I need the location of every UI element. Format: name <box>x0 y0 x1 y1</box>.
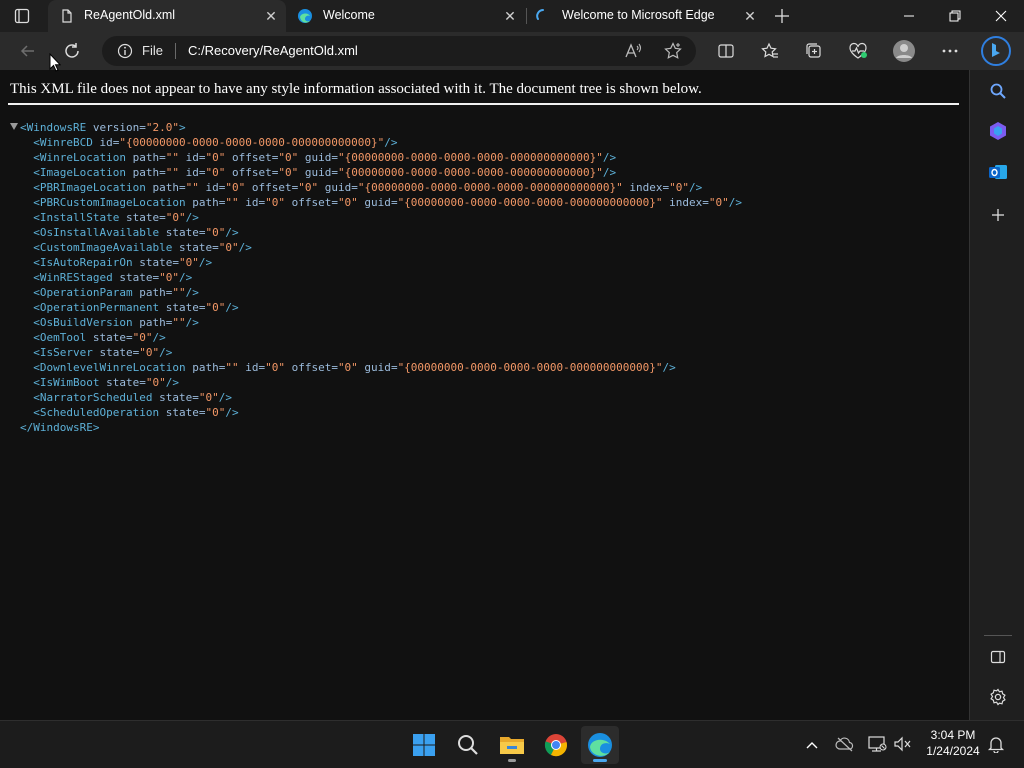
close-tab-icon[interactable]: ✕ <box>503 9 517 23</box>
xml-line: <WindowsRE version="2.0"> <box>20 121 186 134</box>
xml-line: <WinreLocation path="" id="0" offset="0"… <box>33 151 617 164</box>
clock-date: 1/24/2024 <box>926 744 980 758</box>
copilot-icon[interactable] <box>984 117 1012 145</box>
tab-reagentold[interactable]: ReAgentOld.xml ✕ <box>48 0 286 32</box>
xml-line: <DownlevelWinreLocation path="" id="0" o… <box>33 361 676 374</box>
onedrive-icon[interactable] <box>835 736 855 752</box>
hide-sidebar-icon[interactable] <box>984 643 1012 671</box>
close-tab-icon[interactable]: ✕ <box>743 9 757 23</box>
xml-line: <OperationParam path=""/> <box>33 286 199 299</box>
xml-line: <OperationPermanent state="0"/> <box>33 301 239 314</box>
profile-avatar[interactable] <box>888 35 920 67</box>
minimize-button[interactable] <box>886 0 932 32</box>
bing-copilot-icon[interactable] <box>980 35 1012 67</box>
active-app-indicator <box>593 759 607 762</box>
xml-line: <WinreBCD id="{00000000-0000-0000-0000-0… <box>33 136 398 149</box>
split-screen-icon[interactable] <box>710 35 742 67</box>
xml-line: <CustomImageAvailable state="0"/> <box>33 241 252 254</box>
notice-divider <box>8 103 959 105</box>
xml-line: <InstallState state="0"/> <box>33 211 199 224</box>
address-separator <box>175 43 176 59</box>
site-info-label[interactable]: File <box>142 43 163 58</box>
add-icon[interactable] <box>984 201 1012 229</box>
tab-title: ReAgentOld.xml <box>84 8 176 22</box>
xml-line: <PBRImageLocation path="" id="0" offset=… <box>33 181 703 194</box>
collapse-triangle-icon[interactable] <box>10 123 18 130</box>
back-icon[interactable] <box>12 35 44 67</box>
network-icon[interactable] <box>867 736 887 752</box>
collections-icon[interactable] <box>798 35 830 67</box>
edge-icon <box>297 8 313 24</box>
url-text[interactable]: C:/Recovery/ReAgentOld.xml <box>188 43 358 58</box>
xml-line: <WinREStaged state="0"/> <box>33 271 193 284</box>
chevron-up-icon[interactable] <box>805 737 819 751</box>
tab-welcome-to-microsoft-edge[interactable]: Welcome to Microsoft Edge ✕ <box>528 0 766 32</box>
tab-title: Welcome to Microsoft Edge <box>562 8 715 22</box>
xml-line: <OsBuildVersion path=""/> <box>33 316 199 329</box>
close-window-button[interactable] <box>978 0 1024 32</box>
tab-divider <box>526 8 527 24</box>
tab-actions-icon[interactable] <box>14 8 30 24</box>
info-icon[interactable] <box>117 43 133 59</box>
xml-style-notice: This XML file does not appear to have an… <box>10 81 702 97</box>
tab-welcome[interactable]: Welcome ✕ <box>288 0 524 32</box>
title-bar: ReAgentOld.xml ✕ Welcome ✕ Welcome to Mi… <box>0 0 1024 32</box>
browser-essentials-icon[interactable] <box>842 35 874 67</box>
outlook-icon[interactable] <box>984 158 1012 186</box>
read-aloud-icon[interactable] <box>624 42 642 60</box>
clock-time: 3:04 PM <box>930 728 976 742</box>
xml-line: <PBRCustomImageLocation path="" id="0" o… <box>33 196 742 209</box>
xml-line: <ImageLocation path="" id="0" offset="0"… <box>33 166 617 179</box>
xml-line: <OemTool state="0"/> <box>33 331 166 344</box>
search-icon[interactable] <box>984 77 1012 105</box>
sidebar-divider <box>984 635 1012 636</box>
address-bar[interactable]: File C:/Recovery/ReAgentOld.xml <box>102 36 696 66</box>
tab-title: Welcome <box>323 8 375 22</box>
edge-icon[interactable] <box>581 726 619 764</box>
xml-line: <IsAutoRepairOn state="0"/> <box>33 256 213 269</box>
xml-line: <OsInstallAvailable state="0"/> <box>33 226 239 239</box>
xml-line: </WindowsRE> <box>20 421 100 434</box>
chrome-icon[interactable] <box>537 726 575 764</box>
running-indicator <box>508 759 516 762</box>
xml-line: <ScheduledOperation state="0"/> <box>33 406 239 419</box>
xml-line: <NarratorScheduled state="0"/> <box>33 391 232 404</box>
xml-line: <IsServer state="0"/> <box>33 346 173 359</box>
close-tab-icon[interactable]: ✕ <box>264 9 278 23</box>
system-clock[interactable]: 3:04 PM 1/24/2024 <box>918 727 988 759</box>
edge-loading-icon <box>535 8 551 24</box>
restore-button[interactable] <box>932 0 978 32</box>
xml-line: <IsWimBoot state="0"/> <box>33 376 179 389</box>
windows-start-icon[interactable] <box>405 726 443 764</box>
search-icon[interactable] <box>449 726 487 764</box>
favorite-star-icon[interactable] <box>664 42 682 60</box>
settings-icon[interactable] <box>984 683 1012 711</box>
more-icon[interactable] <box>934 35 966 67</box>
mouse-cursor <box>49 52 62 73</box>
edge-sidebar <box>969 70 1024 720</box>
favorites-icon[interactable] <box>754 35 786 67</box>
file-explorer-icon[interactable] <box>493 726 531 764</box>
document-icon <box>60 9 74 23</box>
new-tab-icon[interactable] <box>774 8 790 24</box>
volume-muted-icon[interactable] <box>893 736 913 752</box>
notification-bell-icon[interactable] <box>987 735 1005 754</box>
taskbar <box>0 720 1024 768</box>
